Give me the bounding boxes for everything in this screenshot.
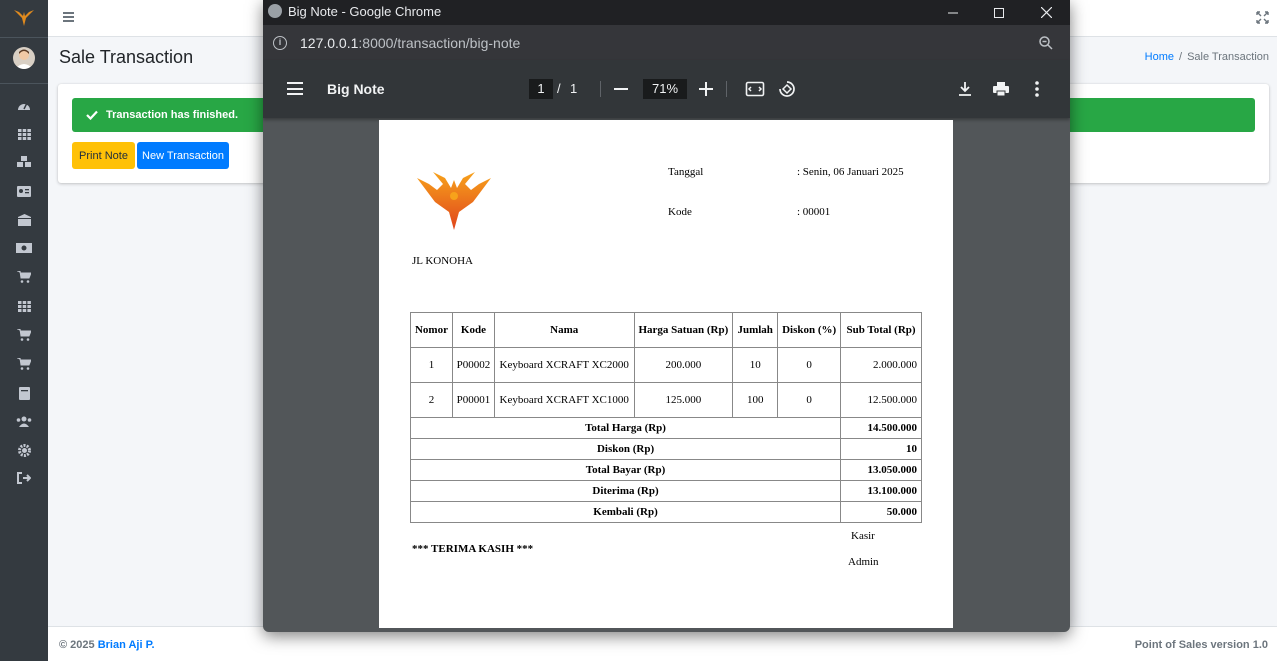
avatar[interactable] xyxy=(13,47,35,69)
col-header: Nomor xyxy=(410,312,453,348)
page-number-input[interactable]: 1 xyxy=(529,79,553,99)
dashboard-icon[interactable] xyxy=(16,97,32,113)
pdf-page: Tanggal : Senin, 06 Januari 2025 Kode : … xyxy=(379,120,953,628)
summary-row: Diterima (Rp) 13.100.000 xyxy=(409,480,922,502)
minimize-button[interactable] xyxy=(930,0,976,25)
summary-row: Kembali (Rp) 50.000 xyxy=(409,501,922,523)
sidebar xyxy=(0,0,48,661)
items-table: Nomor Kode Nama Harga Satuan (Rp) Jumlah… xyxy=(409,312,922,523)
fit-page-icon[interactable] xyxy=(745,79,765,99)
download-icon[interactable] xyxy=(955,79,975,99)
page-title: Sale Transaction xyxy=(59,47,194,67)
url-field[interactable]: 127.0.0.1:8000/transaction/big-note xyxy=(300,35,520,51)
breadcrumb-home-link[interactable]: Home xyxy=(1145,51,1174,63)
address-bar[interactable]: i 127.0.0.1:8000/transaction/big-note xyxy=(263,25,1070,60)
zoom-in-button[interactable] xyxy=(698,79,714,99)
summary-row: Total Harga (Rp) 14.500.000 xyxy=(409,417,922,439)
thank-you-text: *** TERIMA KASIH *** xyxy=(412,543,534,555)
table-header-row: Nomor Kode Nama Harga Satuan (Rp) Jumlah… xyxy=(410,312,922,348)
chrome-window: Big Note - Google Chrome i 127.0.0.1:800… xyxy=(263,0,1070,632)
money-icon[interactable] xyxy=(16,240,32,256)
check-icon xyxy=(86,110,98,120)
table-row: 1 P00002 Keyboard XCRAFT XC2000 200.000 … xyxy=(410,347,922,383)
col-header: Diskon (%) xyxy=(777,312,842,348)
summary-row: Diskon (Rp) 10 xyxy=(409,438,922,460)
breadcrumb: Home / Sale Transaction xyxy=(1144,51,1269,63)
cart-arrow-icon[interactable] xyxy=(16,356,32,372)
col-header: Jumlah xyxy=(732,312,779,348)
tanggal-label: Tanggal xyxy=(668,166,704,178)
col-header: Harga Satuan (Rp) xyxy=(633,312,734,348)
cashier-name: Admin xyxy=(848,556,879,568)
footer-version: Point of Sales version 1.0 xyxy=(1134,639,1268,651)
new-transaction-button[interactable]: New Transaction xyxy=(137,142,229,169)
id-card-icon[interactable] xyxy=(16,183,32,199)
book-icon[interactable] xyxy=(16,385,32,401)
print-note-button[interactable]: Print Note xyxy=(72,142,135,169)
breadcrumb-current: Sale Transaction xyxy=(1187,51,1269,63)
alert-message: Transaction has finished. xyxy=(106,109,239,121)
pdf-toolbar: Big Note 1 / 1 71% xyxy=(263,60,1070,118)
phoenix-logo-icon xyxy=(417,172,491,230)
users-icon[interactable] xyxy=(16,413,32,429)
kode-value: : 00001 xyxy=(797,206,831,218)
zoom-icon[interactable] xyxy=(1038,35,1054,51)
window-titlebar: Big Note - Google Chrome xyxy=(263,0,1070,25)
table-row: 2 P00001 Keyboard XCRAFT XC1000 125.000 … xyxy=(410,382,922,418)
window-title: Big Note - Google Chrome xyxy=(288,4,442,19)
th-icon[interactable] xyxy=(16,298,32,314)
cart-plus-icon[interactable] xyxy=(16,327,32,343)
box-icon[interactable] xyxy=(16,212,32,228)
footer-copyright: © 2025 Brian Aji P. xyxy=(59,639,155,651)
phoenix-logo-icon[interactable] xyxy=(11,6,37,28)
rotate-icon[interactable] xyxy=(777,79,797,99)
page-total: 1 xyxy=(570,81,578,96)
col-header: Nama xyxy=(493,312,635,348)
close-button[interactable] xyxy=(1023,0,1069,25)
sign-out-icon[interactable] xyxy=(16,470,32,486)
print-icon[interactable] xyxy=(991,79,1011,99)
maximize-button[interactable] xyxy=(976,0,1022,25)
summary-row: Total Bayar (Rp) 13.050.000 xyxy=(409,459,922,481)
footer-author-link[interactable]: Brian Aji P. xyxy=(98,639,155,651)
more-options-icon[interactable] xyxy=(1027,79,1047,99)
chrome-icon xyxy=(268,4,282,18)
pdf-menu-icon[interactable] xyxy=(287,82,303,95)
cashier-label: Kasir xyxy=(851,530,875,542)
gear-icon[interactable] xyxy=(16,442,32,458)
pdf-title: Big Note xyxy=(327,81,385,97)
tanggal-value: : Senin, 06 Januari 2025 xyxy=(797,166,904,178)
cubes-icon[interactable] xyxy=(16,154,32,170)
grid-icon[interactable] xyxy=(16,126,32,142)
kode-label: Kode xyxy=(668,206,692,218)
col-header: Sub Total (Rp) xyxy=(840,312,922,348)
zoom-level-input[interactable]: 71% xyxy=(643,79,687,99)
store-address: JL KONOHA xyxy=(412,255,474,267)
col-header: Kode xyxy=(451,312,495,348)
fullscreen-icon[interactable] xyxy=(1256,11,1269,24)
hamburger-menu-icon[interactable] xyxy=(63,12,74,22)
zoom-out-button[interactable] xyxy=(614,79,630,99)
site-info-icon[interactable]: i xyxy=(273,36,287,50)
cart-icon[interactable] xyxy=(16,269,32,285)
